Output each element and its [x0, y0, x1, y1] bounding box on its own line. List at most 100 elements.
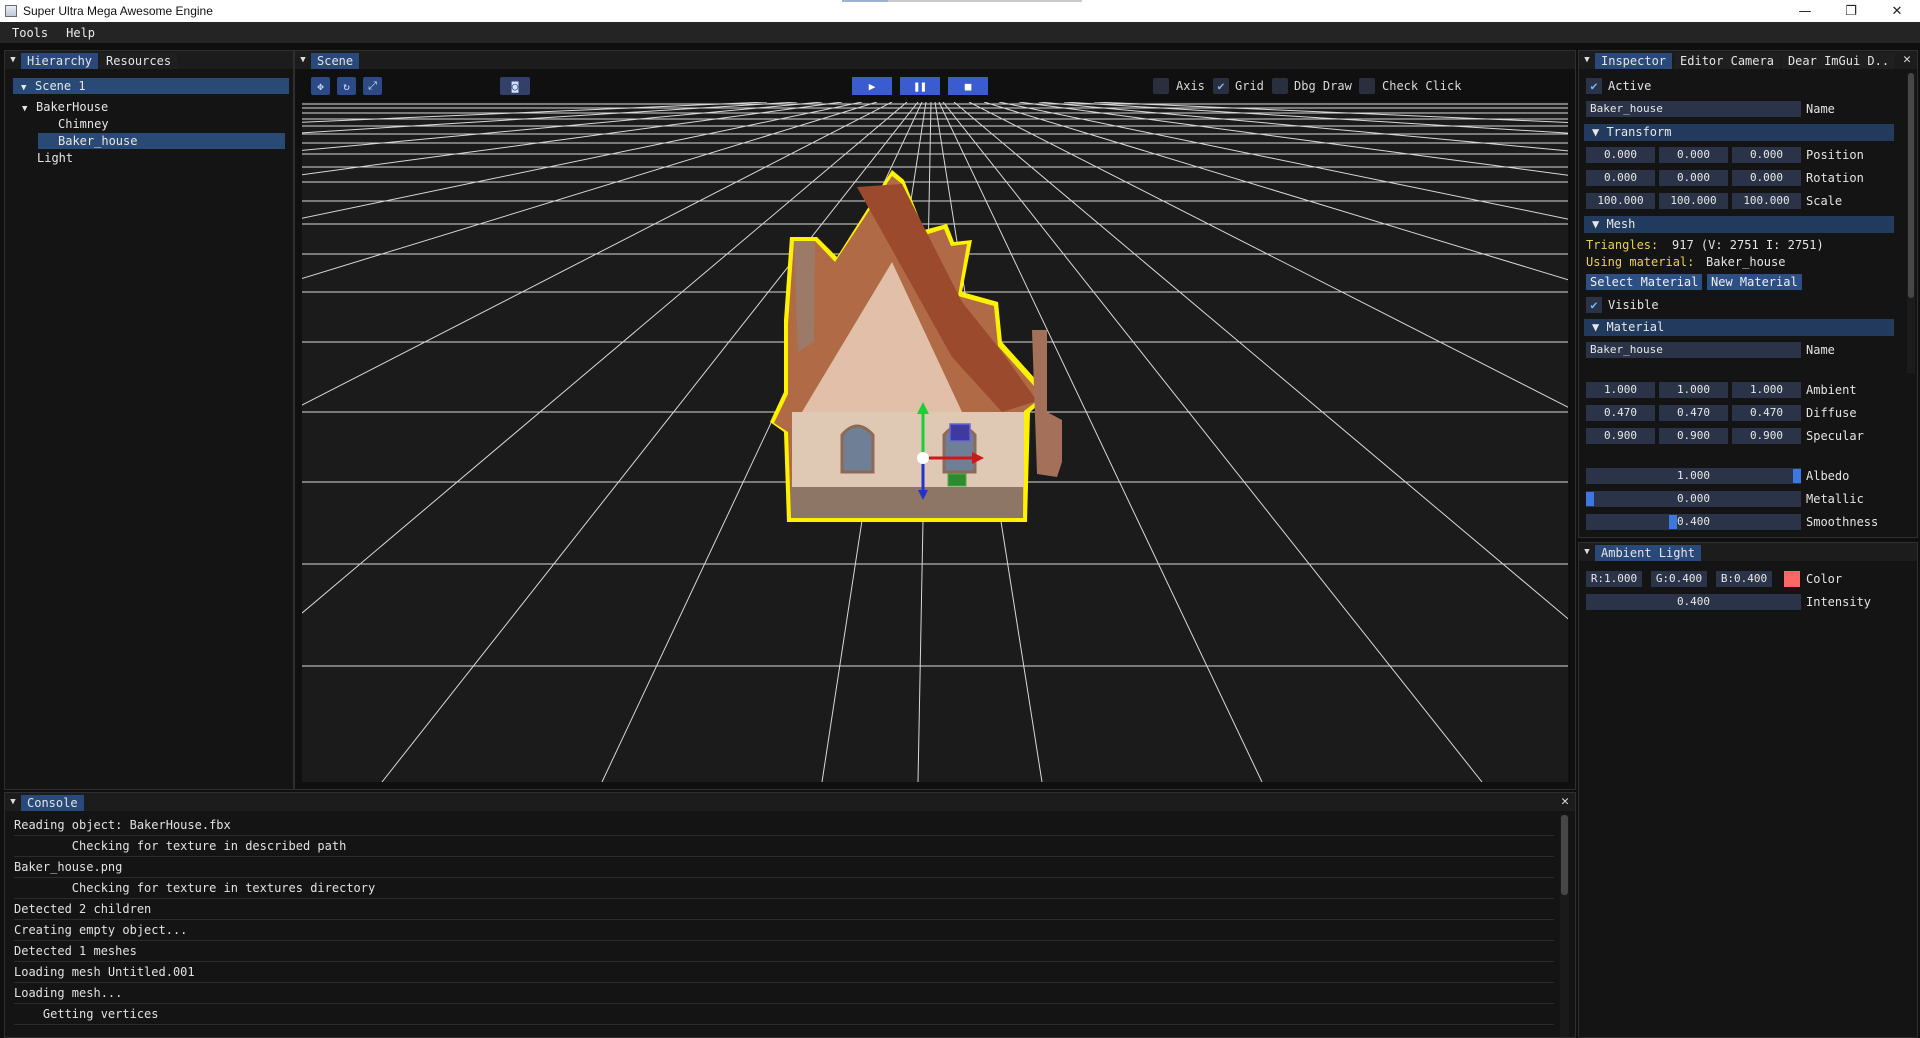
scale-z-field[interactable]: 100.000: [1732, 193, 1801, 209]
tab-scene[interactable]: Scene: [311, 53, 360, 69]
scale-x-field[interactable]: 100.000: [1586, 193, 1655, 209]
smoothness-slider-grab[interactable]: [1669, 515, 1677, 529]
scrollbar-thumb[interactable]: [1561, 815, 1568, 895]
active-checkbox[interactable]: ✔: [1586, 78, 1602, 94]
close-icon[interactable]: ✕: [1903, 52, 1911, 67]
intensity-field[interactable]: 0.400: [1586, 594, 1801, 610]
albedo-slider-grab[interactable]: [1793, 469, 1801, 483]
stop-button[interactable]: ■: [948, 77, 988, 95]
ambient-b-input[interactable]: B:0.400: [1716, 571, 1772, 587]
expand-triangle-icon[interactable]: ▼: [22, 101, 36, 117]
camera-icon: ◙: [511, 79, 519, 93]
scene-tabstrip: ▼ Scene: [295, 51, 1575, 69]
ambient-label: Ambient: [1806, 383, 1857, 397]
check-click-label: Check Click: [1382, 79, 1462, 93]
scene-viewport[interactable]: [0, 101, 1920, 783]
scale-tool-button[interactable]: ⤢: [363, 77, 382, 95]
scrollbar-thumb[interactable]: [1908, 73, 1914, 298]
screenshot-button[interactable]: ◙: [500, 77, 530, 95]
rotation-y-field[interactable]: 0.000: [1659, 170, 1728, 186]
panel-menu-arrow-icon[interactable]: ▼: [295, 51, 311, 69]
mesh-header[interactable]: ▼ Mesh: [1584, 216, 1894, 233]
position-x-field[interactable]: 0.000: [1586, 147, 1655, 163]
new-material-button[interactable]: New Material: [1707, 274, 1802, 290]
tab-inspector[interactable]: Inspector: [1595, 53, 1673, 69]
tree-scene-root[interactable]: ▼ Scene 1: [13, 78, 289, 94]
intensity-label: Intensity: [1806, 595, 1872, 609]
diffuse-g-field[interactable]: 0.470: [1659, 405, 1728, 421]
position-y-field[interactable]: 0.000: [1659, 147, 1728, 163]
rotation-x-field[interactable]: 0.000: [1586, 170, 1655, 186]
material-name-input[interactable]: Baker_house: [1586, 342, 1801, 358]
close-window-button[interactable]: ✕: [1874, 0, 1920, 22]
tab-console[interactable]: Console: [21, 795, 84, 811]
move-tool-button[interactable]: ✥: [311, 77, 330, 95]
specular-g-field[interactable]: 0.900: [1659, 428, 1728, 444]
tab-hierarchy[interactable]: Hierarchy: [21, 53, 99, 69]
menu-tools[interactable]: Tools: [12, 26, 48, 40]
rotation-z-field[interactable]: 0.000: [1732, 170, 1801, 186]
tab-ambient-light[interactable]: Ambient Light: [1595, 545, 1701, 561]
color-swatch[interactable]: [1784, 571, 1800, 587]
checkmark-icon: ✔: [1590, 79, 1598, 93]
albedo-slider[interactable]: 1.000: [1586, 468, 1801, 484]
minimize-button[interactable]: —: [1782, 0, 1828, 22]
panel-menu-arrow-icon[interactable]: ▼: [1579, 543, 1595, 561]
panel-menu-arrow-icon[interactable]: ▼: [5, 51, 21, 69]
diffuse-r-field[interactable]: 0.470: [1586, 405, 1655, 421]
axis-checkbox[interactable]: [1153, 78, 1169, 94]
tab-dear-imgui[interactable]: Dear ImGui D..: [1781, 53, 1896, 69]
grid-checkbox[interactable]: ✔: [1213, 78, 1229, 94]
dbg-draw-checkbox[interactable]: [1272, 78, 1288, 94]
metallic-slider-grab[interactable]: [1586, 492, 1594, 506]
console-line: Checking for texture in described path: [14, 836, 1554, 857]
console-scrollbar[interactable]: [1560, 815, 1569, 1037]
specular-r-field[interactable]: 0.900: [1586, 428, 1655, 444]
checkmark-icon: ✔: [1217, 79, 1225, 93]
rotate-tool-button[interactable]: ↻: [337, 77, 356, 95]
console-line: Checking for texture in textures directo…: [14, 878, 1554, 899]
tab-editor-camera[interactable]: Editor Camera: [1674, 53, 1780, 69]
baker-house-model[interactable]: [770, 170, 1062, 522]
ambient-g-field[interactable]: 1.000: [1659, 382, 1728, 398]
ambient-g-input[interactable]: G:0.400: [1651, 571, 1707, 587]
expand-triangle-icon[interactable]: ▼: [21, 80, 35, 96]
select-material-button[interactable]: Select Material: [1586, 274, 1703, 290]
viewport-canvas[interactable]: [0, 101, 1920, 783]
tree-node-baker-house[interactable]: Baker_house: [38, 133, 285, 149]
inspector-scrollbar[interactable]: [1907, 73, 1915, 373]
console-line: Detected 1 meshes: [14, 941, 1554, 962]
diffuse-b-field[interactable]: 0.470: [1732, 405, 1801, 421]
transform-header[interactable]: ▼ Transform: [1584, 124, 1894, 141]
tree-node-chimney[interactable]: Chimney: [58, 116, 109, 132]
close-icon[interactable]: ✕: [1561, 794, 1569, 809]
stop-icon: ■: [964, 79, 972, 93]
visible-checkbox[interactable]: ✔: [1586, 297, 1602, 313]
ambient-r-input[interactable]: R:1.000: [1586, 571, 1642, 587]
object-name-input[interactable]: Baker_house: [1586, 101, 1801, 117]
taskbar-indicator-2: [888, 0, 1082, 2]
ambient-r-field[interactable]: 1.000: [1586, 382, 1655, 398]
specular-b-field[interactable]: 0.900: [1732, 428, 1801, 444]
checkmark-icon: ✔: [1590, 298, 1598, 312]
smoothness-slider[interactable]: 0.400: [1586, 514, 1801, 530]
check-click-checkbox[interactable]: [1359, 78, 1375, 94]
console-line: Creating empty object...: [14, 920, 1554, 941]
metallic-slider[interactable]: 0.000: [1586, 491, 1801, 507]
pause-button[interactable]: ❚❚: [900, 77, 940, 95]
tab-resources[interactable]: Resources: [100, 53, 178, 69]
collapse-triangle-icon: ▼: [1592, 125, 1607, 139]
scale-y-field[interactable]: 100.000: [1659, 193, 1728, 209]
maximize-button[interactable]: ❐: [1828, 0, 1874, 22]
play-button[interactable]: ▶: [852, 77, 892, 95]
panel-menu-arrow-icon[interactable]: ▼: [1579, 51, 1595, 69]
position-z-field[interactable]: 0.000: [1732, 147, 1801, 163]
node-label: Baker_house: [58, 134, 138, 148]
material-header[interactable]: ▼ Material: [1584, 319, 1894, 336]
ambient-b-field[interactable]: 1.000: [1732, 382, 1801, 398]
panel-menu-arrow-icon[interactable]: ▼: [5, 793, 21, 811]
color-label: Color: [1806, 572, 1843, 586]
tree-node-bakerhouse[interactable]: ▼ BakerHouse: [22, 99, 108, 115]
tree-node-light[interactable]: Light: [37, 150, 73, 166]
menu-help[interactable]: Help: [66, 26, 95, 40]
